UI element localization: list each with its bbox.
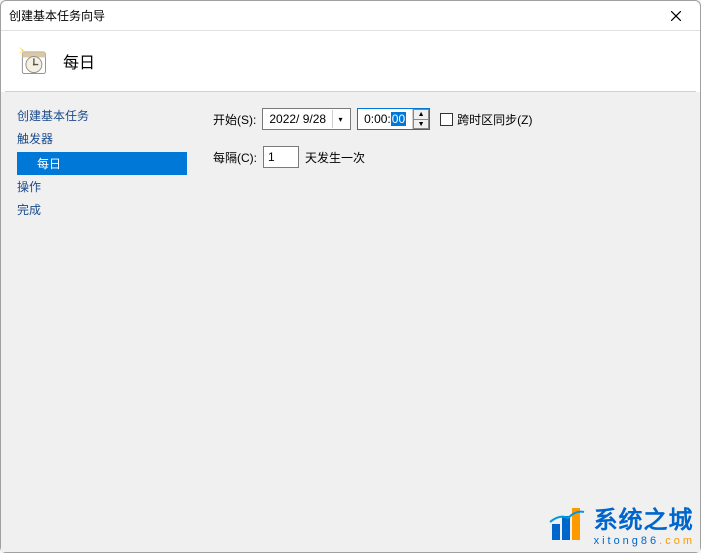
chevron-up-icon: ▲ [418,111,425,118]
time-spinner: ▲ ▼ [412,109,429,129]
close-button[interactable] [656,3,696,29]
interval-suffix: 天发生一次 [305,149,365,166]
sync-timezone-checkbox[interactable]: 跨时区同步(Z) [440,111,532,128]
watermark-logo-icon [548,504,588,544]
spinner-up-button[interactable]: ▲ [413,109,429,119]
content-area: 创建基本任务 触发器 每日 操作 完成 开始(S): 2022/ 9/28 ▾ … [1,92,700,552]
date-input[interactable]: 2022/ 9/28 ▾ [262,108,351,130]
interval-label: 每隔(C): [213,149,257,166]
spinner-down-button[interactable]: ▼ [413,119,429,129]
checkbox-box [440,113,453,126]
watermark-sub-text: xitong86.com [594,535,695,547]
time-selected-seconds: 00 [391,112,406,126]
date-value: 2022/ 9/28 [269,112,326,126]
watermark-text: 系统之城 xitong86.com [594,500,695,547]
close-icon [671,11,681,21]
header-section: 每日 [1,31,700,91]
sidebar-item-action[interactable]: 操作 [17,175,201,198]
sync-timezone-label: 跨时区同步(Z) [457,111,532,128]
start-row: 开始(S): 2022/ 9/28 ▾ 0:00:00 ▲ ▼ [213,108,688,130]
watermark: 系统之城 xitong86.com [548,500,695,547]
wizard-window: 创建基本任务向导 每日 创建基本任务 触发器 每日 [0,0,701,553]
start-label: 开始(S): [213,111,256,128]
clock-calendar-icon [17,45,49,77]
time-input[interactable]: 0:00:00 ▲ ▼ [357,108,430,130]
main-panel: 开始(S): 2022/ 9/28 ▾ 0:00:00 ▲ ▼ [201,92,700,552]
sidebar-item-create-task[interactable]: 创建基本任务 [17,104,201,127]
sidebar-item-trigger[interactable]: 触发器 [17,127,201,150]
window-title: 创建基本任务向导 [9,7,105,24]
page-title: 每日 [63,49,95,73]
watermark-main-text: 系统之城 [594,500,695,535]
chevron-down-icon: ▾ [339,115,343,124]
sidebar-item-daily[interactable]: 每日 [17,152,187,175]
chevron-down-icon: ▼ [418,121,425,128]
sidebar: 创建基本任务 触发器 每日 操作 完成 [1,92,201,552]
sidebar-item-finish[interactable]: 完成 [17,198,201,221]
titlebar: 创建基本任务向导 [1,1,700,31]
time-prefix: 0:00: [364,112,391,126]
interval-input[interactable] [263,146,299,168]
interval-row: 每隔(C): 天发生一次 [213,146,688,168]
date-dropdown-button[interactable]: ▾ [332,110,348,128]
